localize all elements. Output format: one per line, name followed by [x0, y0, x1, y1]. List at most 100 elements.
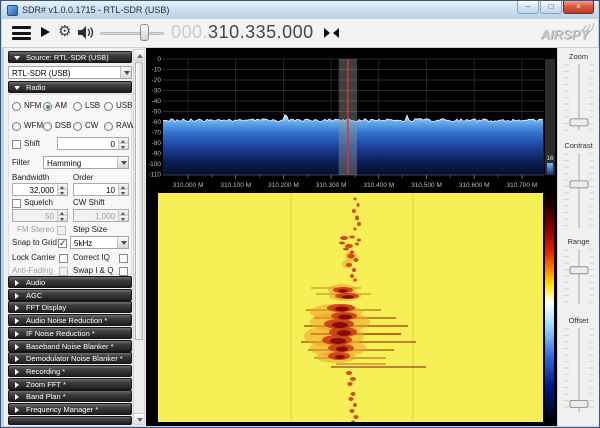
gear-icon[interactable]: ⚙ [58, 22, 71, 42]
contrast-slider-thumb [570, 181, 588, 188]
expand-arrow-icon [15, 356, 19, 362]
spinner-arrows-icon[interactable] [118, 210, 128, 221]
filter-value: Hamming [47, 159, 81, 168]
panel-header-demodulator-noise-blanker[interactable]: Demodulator Noise Blanker * [8, 352, 132, 364]
frequency-display[interactable]: 000.310.335.000 [171, 22, 314, 43]
scroll-down-icon[interactable] [134, 413, 144, 424]
squelch-input[interactable]: 50 [12, 209, 68, 222]
panel-label: Baseband Noise Blanker * [26, 342, 114, 351]
mode-radio-cw[interactable] [73, 122, 82, 131]
frequency-value: 310.335.000 [208, 22, 314, 42]
shift-checkbox[interactable] [12, 140, 21, 149]
zoom-slider[interactable] [559, 62, 599, 132]
slider-label-offset: Offset [558, 316, 599, 325]
spinner-arrows-icon[interactable] [57, 210, 67, 221]
lock-carrier-checkbox[interactable] [59, 254, 68, 263]
expand-arrow-icon [15, 280, 19, 286]
offset-slider[interactable] [559, 326, 599, 414]
mode-radio-nfm[interactable] [12, 102, 21, 111]
correct-iq-label: Correct IQ [73, 253, 110, 262]
panel-header-radio[interactable]: Radio [8, 81, 132, 93]
window-controls: – □ × [517, 1, 594, 14]
snap-center-icon[interactable] [324, 28, 339, 39]
spinner-arrows-icon[interactable] [57, 184, 67, 195]
step-size-select[interactable]: 5kHz [70, 236, 129, 249]
source-device-select[interactable]: RTL-SDR (USB) [8, 66, 132, 79]
filter-label: Filter [12, 158, 30, 167]
snap-to-grid-label: Snap to Grid [12, 238, 57, 247]
fm-stereo-checkbox[interactable] [57, 226, 66, 235]
spinner-arrows-icon[interactable] [118, 184, 128, 195]
panel-header-frequency-manager[interactable]: Frequency Manager * [8, 403, 132, 415]
panel-header-partial[interactable] [8, 416, 132, 425]
waterfall-color-legend [545, 193, 554, 422]
shift-input[interactable]: 0 [57, 137, 129, 150]
snap-to-grid-checkbox[interactable] [58, 239, 67, 248]
volume-slider-thumb[interactable] [140, 24, 149, 41]
waterfall-display[interactable] [146, 190, 557, 426]
panel-header-recording[interactable]: Recording * [8, 365, 132, 377]
svg-text:-110: -110 [148, 172, 161, 179]
close-button[interactable]: × [563, 1, 594, 14]
correct-iq-checkbox[interactable] [119, 254, 128, 263]
svg-text:-40: -40 [152, 98, 162, 105]
cw-shift-input[interactable]: 1,000 [73, 209, 129, 222]
squelch-value: 50 [45, 212, 54, 221]
toolbar: ⚙ 000.310.335.000 AIRSPY [2, 19, 598, 48]
order-input[interactable]: 10 [73, 183, 129, 196]
sidebar-scrollbar[interactable] [133, 49, 145, 425]
panel-label: Audio Noise Reduction * [26, 316, 107, 325]
panel-header-source[interactable]: Source: RTL-SDR (USB) [8, 51, 132, 63]
svg-text:310.600 M: 310.600 M [459, 182, 490, 189]
mode-radio-am[interactable] [43, 102, 52, 111]
panel-label: FFT Display [26, 303, 66, 312]
svg-text:0: 0 [157, 56, 161, 63]
slider-label-contrast: Contrast [558, 141, 599, 150]
squelch-checkbox[interactable] [12, 199, 21, 208]
slider-label-range: Range [558, 237, 599, 246]
range-slider[interactable] [559, 247, 599, 306]
speaker-icon[interactable] [78, 26, 96, 44]
mode-radio-usb[interactable] [104, 102, 113, 111]
expand-arrow-icon [15, 318, 19, 324]
bandwidth-value: 32,000 [30, 186, 54, 195]
svg-text:-70: -70 [152, 130, 162, 137]
sidebar: Source: RTL-SDR (USB) RTL-SDR (USB) Radi… [4, 48, 146, 426]
panel-header-agc[interactable]: AGC [8, 289, 132, 301]
anti-fading-checkbox[interactable] [59, 267, 68, 276]
panel-label: Band Plan * [26, 392, 66, 401]
expand-arrow-icon [15, 344, 19, 350]
panel-header-baseband-noise-blanker[interactable]: Baseband Noise Blanker * [8, 340, 132, 352]
spectrum-display[interactable]: 0-10-20-30-40-50-60-70-80-90-100-110310.… [146, 48, 557, 190]
svg-text:-30: -30 [152, 88, 162, 95]
menu-icon[interactable] [12, 26, 31, 40]
filter-select[interactable]: Hamming [43, 156, 129, 169]
minimize-button[interactable]: – [517, 1, 539, 14]
panel-label: Zoom FFT * [26, 380, 66, 389]
mode-radio-wfm[interactable] [12, 122, 21, 131]
scrollbar-thumb[interactable] [135, 62, 143, 340]
volume-slider[interactable] [100, 32, 164, 35]
panel-header-fft-display[interactable]: FFT Display [8, 301, 132, 313]
mode-radio-raw[interactable] [104, 122, 113, 131]
swap-iq-checkbox[interactable] [119, 267, 128, 276]
expand-arrow-icon [15, 407, 19, 413]
scroll-up-icon[interactable] [134, 50, 144, 61]
radio-waves-icon [579, 20, 595, 33]
panel-header-audio-noise-reduction[interactable]: Audio Noise Reduction * [8, 314, 132, 326]
mode-radio-lsb[interactable] [73, 102, 82, 111]
contrast-slider[interactable] [559, 151, 599, 230]
mode-label-wfm: WFM [24, 121, 43, 130]
panel-header-audio[interactable]: Audio [8, 276, 132, 288]
panel-header-zoom-fft[interactable]: Zoom FFT * [8, 378, 132, 390]
play-button[interactable] [41, 27, 50, 37]
panel-header-if-noise-reduction[interactable]: IF Noise Reduction * [8, 327, 132, 339]
panel-header-band-plan[interactable]: Band Plan * [8, 390, 132, 402]
bandwidth-input[interactable]: 32,000 [12, 183, 68, 196]
maximize-button[interactable]: □ [540, 1, 562, 14]
svg-text:-50: -50 [152, 109, 162, 116]
source-device-value: RTL-SDR (USB) [12, 69, 71, 78]
mode-radio-dsb[interactable] [43, 122, 52, 131]
titlebar[interactable]: SDR# v1.0.0.1715 - RTL-SDR (USB) [2, 1, 598, 19]
spinner-arrows-icon[interactable] [118, 138, 128, 149]
